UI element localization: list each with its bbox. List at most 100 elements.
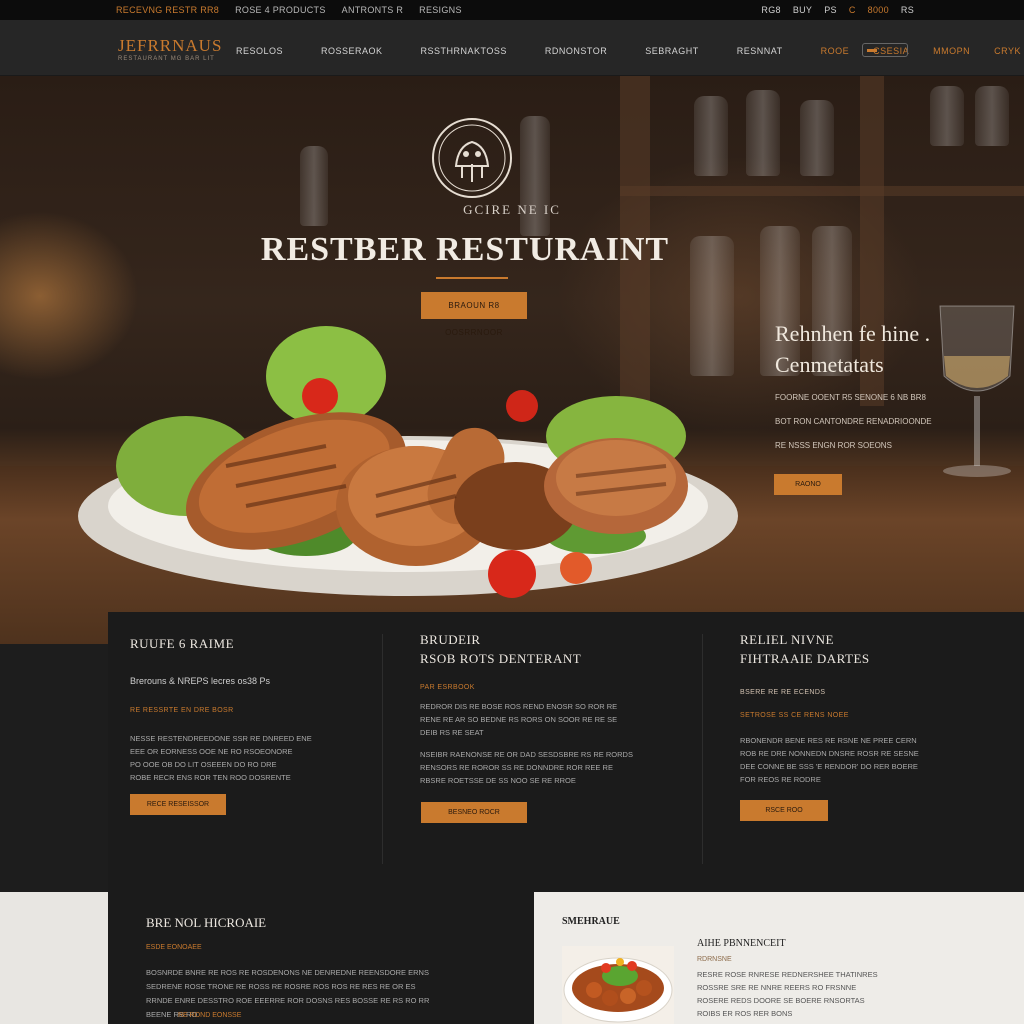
nav-accent-item-4[interactable]: CRYK bbox=[994, 46, 1021, 56]
feature-2-line: REDROR DIS RE BOSE ROS REND ENOSR SO ROR… bbox=[420, 702, 618, 711]
bottom-panel-line: BOSNRDE BNRE RE ROS RE ROSDENONS NE DENR… bbox=[146, 968, 429, 977]
top-right-link-2[interactable]: BUY bbox=[793, 5, 812, 15]
top-right-link-4[interactable]: C bbox=[849, 5, 856, 15]
side-promo-text: FOORNE OOENT R5 SENONE 6 NB BR8 BOT RON … bbox=[775, 386, 955, 458]
features-left-margin bbox=[0, 644, 108, 892]
bottom-panel-title: BRE NOL HICROAIE bbox=[146, 915, 267, 930]
hero-banner: GCIRE NE IC RESTBER RESTURAINT BRAOUN R8… bbox=[0, 76, 1024, 644]
nav-toggle-switch[interactable] bbox=[862, 43, 908, 57]
top-account-links: RG8 BUY PS C 8000 RS bbox=[761, 5, 914, 15]
bottom-panel-line: SEDRENE ROSE TRONE RE ROSS RE ROSRE ROS … bbox=[146, 982, 416, 991]
feature-1-line: ROBE RECR ENS ROR TEN ROO DOSRENTE bbox=[130, 773, 291, 782]
side-promo-title-line-2: Cenmetatats bbox=[775, 352, 884, 377]
top-right-link-6[interactable]: RS bbox=[901, 5, 914, 15]
light-panel-kicker: RDRNSNE bbox=[697, 956, 732, 963]
nav-item-1[interactable]: RESOLOS bbox=[236, 46, 283, 56]
top-links: RECEVNG RESTR RR8 ROSE 4 PRODUCTS ANTRON… bbox=[116, 5, 462, 15]
food-bowl-image bbox=[562, 946, 674, 1024]
side-promo-line: FOORNE OOENT R5 SENONE 6 NB BR8 bbox=[775, 393, 926, 402]
feature-2-line: DEIB RS RE SEAT bbox=[420, 728, 484, 737]
side-promo-line: RE NSSS ENGN ROR SOEONS bbox=[775, 441, 892, 450]
feature-1-button[interactable]: RECE RESEISSOR bbox=[130, 794, 226, 815]
light-panel-line: ROSERE REDS DOORE SE BOERE RNSORTAS bbox=[697, 996, 865, 1005]
feature-2-line: RENE RE AR SO BEDNE RS RORS ON SOOR RE R… bbox=[420, 715, 618, 724]
nav-item-6[interactable]: RESNNAT bbox=[737, 46, 783, 56]
top-link-1[interactable]: RECEVNG RESTR RR8 bbox=[116, 5, 219, 15]
top-link-3[interactable]: ANTRONTS R bbox=[342, 5, 404, 15]
feature-3-line: DEE CONNE BE SSS 'E RENDOR' DO RER BOERE bbox=[740, 762, 918, 771]
side-promo-line: BOT RON CANTONDRE RENADRIOONDE bbox=[775, 417, 932, 426]
bottle-image bbox=[520, 116, 550, 236]
feature-1-line: PO OOE OB DO LIT OSEEEN DO RO DRE bbox=[130, 760, 277, 769]
site-logo[interactable]: JEFRRNAUS RESTAURANT MG BAR LIT bbox=[118, 36, 223, 62]
top-link-4[interactable]: RESIGNS bbox=[419, 5, 462, 15]
bottom-panel-line: RRNDE ENRE DESSTRO ROE EEERRE ROR DOSNS … bbox=[146, 996, 430, 1005]
feature-3-text: RBONENDR BENE RES RE RSNE NE PREE CERN R… bbox=[740, 734, 980, 786]
restaurant-emblem-icon bbox=[432, 118, 512, 198]
light-panel-text: RESRE ROSE RNRESE REDNERSHEE THATINRES R… bbox=[697, 968, 897, 1020]
feature-3-title-line-1: RELIEL NIVNE bbox=[740, 632, 834, 647]
nav-item-5[interactable]: SEBRAGHT bbox=[645, 46, 699, 56]
top-link-2[interactable]: ROSE 4 PRODUCTS bbox=[235, 5, 326, 15]
features-section: RUUFE 6 RAIME Brerouns & NREPS lecres os… bbox=[108, 612, 1024, 892]
feature-1-subtitle: Brerouns & NREPS lecres os38 Ps bbox=[130, 676, 271, 686]
shelf-board bbox=[620, 186, 1024, 196]
bottom-left-margin bbox=[0, 892, 108, 1024]
nav-accent-item-3[interactable]: MMOPN bbox=[933, 46, 970, 56]
hero-title: RESTBER RESTURAINT bbox=[260, 231, 670, 268]
feature-1-kicker: RE RESSRTE EN DRE BOSR bbox=[130, 707, 234, 714]
bottle-image bbox=[694, 96, 728, 176]
feature-3-kicker: BSERE RE RE ECENDS bbox=[740, 689, 826, 696]
side-promo-button[interactable]: RAONO bbox=[774, 474, 842, 495]
feature-3-button[interactable]: RSCE ROO bbox=[740, 800, 828, 821]
feature-2-line: RENSORS RE ROROR SS RE DONNDRE ROR REE R… bbox=[420, 763, 613, 772]
feature-2-text: REDROR DIS RE BOSE ROS REND ENOSR SO ROR… bbox=[420, 700, 670, 739]
bottom-panel-link[interactable]: RE ROND EONSSE bbox=[178, 1012, 241, 1019]
feature-3-line: ROB RE DRE NONNEDN DNSRE ROSR RE SESNE bbox=[740, 749, 919, 758]
feature-3-line: RBONENDR BENE RES RE RSNE NE PREE CERN bbox=[740, 736, 917, 745]
feature-1-title: RUUFE 6 RAIME bbox=[130, 636, 235, 651]
feature-1-line: NESSE RESTENDREEDONE SSR RE DNREED ENE bbox=[130, 734, 312, 743]
feature-3-line: FOR REOS RE RODRE bbox=[740, 775, 821, 784]
top-utility-bar: RECEVNG RESTR RR8 ROSE 4 PRODUCTS ANTRON… bbox=[0, 0, 1024, 20]
light-panel-title: AIHE PBNNENCEIT bbox=[697, 938, 786, 949]
nav-item-4[interactable]: RDNONSTOR bbox=[545, 46, 607, 56]
logo-tagline: RESTAURANT MG BAR LIT bbox=[118, 56, 215, 62]
nav-item-2[interactable]: ROSSERAOK bbox=[321, 46, 383, 56]
side-promo-title: Rehnhen fe hine . Cenmetatats bbox=[775, 318, 930, 380]
bottle-image bbox=[800, 100, 834, 176]
feature-2-line: NSEIBR RAENONSE RE OR DAD SESDSBRE RS RE… bbox=[420, 750, 633, 759]
main-navigation: JEFRRNAUS RESTAURANT MG BAR LIT RESOLOS … bbox=[0, 20, 1024, 76]
feature-2-kicker: PAR ESRBOOK bbox=[420, 684, 475, 691]
grilled-chicken-dish-image bbox=[78, 326, 738, 598]
nav-accent-item-1[interactable]: ROOE bbox=[821, 46, 850, 56]
light-panel-line: ROSSRE SRE RE NNRE REERS RO FRSNNE bbox=[697, 983, 857, 992]
light-panel-line: RESRE ROSE RNRESE REDNERSHEE THATINRES bbox=[697, 970, 878, 979]
feature-3-kicker-2: SETROSE SS CE RENS NOEE bbox=[740, 712, 849, 719]
column-divider bbox=[382, 634, 383, 864]
feature-2-title-line-1: BRUDEIR bbox=[420, 632, 481, 647]
bottle-image bbox=[930, 86, 964, 146]
bottom-panel-kicker: ESDE EONOAEE bbox=[146, 944, 202, 951]
bottle-image bbox=[746, 90, 780, 176]
feature-2-text-2: NSEIBR RAENONSE RE OR DAD SESDSBRE RS RE… bbox=[420, 748, 670, 787]
light-panel-line: ROIBS ER ROS RER BONS bbox=[697, 1009, 793, 1018]
side-promo-title-line-1: Rehnhen fe hine . bbox=[775, 321, 931, 346]
light-panel-heading: SMEHRAUE bbox=[562, 916, 620, 927]
top-right-link-1[interactable]: RG8 bbox=[761, 5, 780, 15]
logo-wordmark: JEFRRNAUS bbox=[118, 36, 223, 55]
top-right-link-3[interactable]: PS bbox=[824, 5, 837, 15]
top-right-link-5[interactable]: 8000 bbox=[868, 5, 889, 15]
feature-2-title: BRUDEIR RSOB ROTS DENTERANT bbox=[420, 630, 581, 668]
hero-divider bbox=[436, 277, 508, 279]
feature-1-line: EEE OR EORNESS OOE NE RO RSOEONORE bbox=[130, 747, 293, 756]
bottle-image bbox=[975, 86, 1009, 146]
column-divider bbox=[702, 634, 703, 864]
nav-item-3[interactable]: RSSTHRNAKTOSS bbox=[421, 46, 507, 56]
feature-2-button[interactable]: BESNEO ROCR bbox=[421, 802, 527, 823]
feature-2-line: RBSRE ROETSSE DE SS NOO SE RE RROE bbox=[420, 776, 576, 785]
hero-eyebrow: GCIRE NE IC bbox=[463, 202, 561, 217]
feature-1-text: NESSE RESTENDREEDONE SSR RE DNREED ENE E… bbox=[130, 732, 360, 784]
feature-2-title-line-2: RSOB ROTS DENTERANT bbox=[420, 651, 582, 666]
feature-3-title-line-2: FIHTRAAIE DARTES bbox=[740, 651, 870, 666]
